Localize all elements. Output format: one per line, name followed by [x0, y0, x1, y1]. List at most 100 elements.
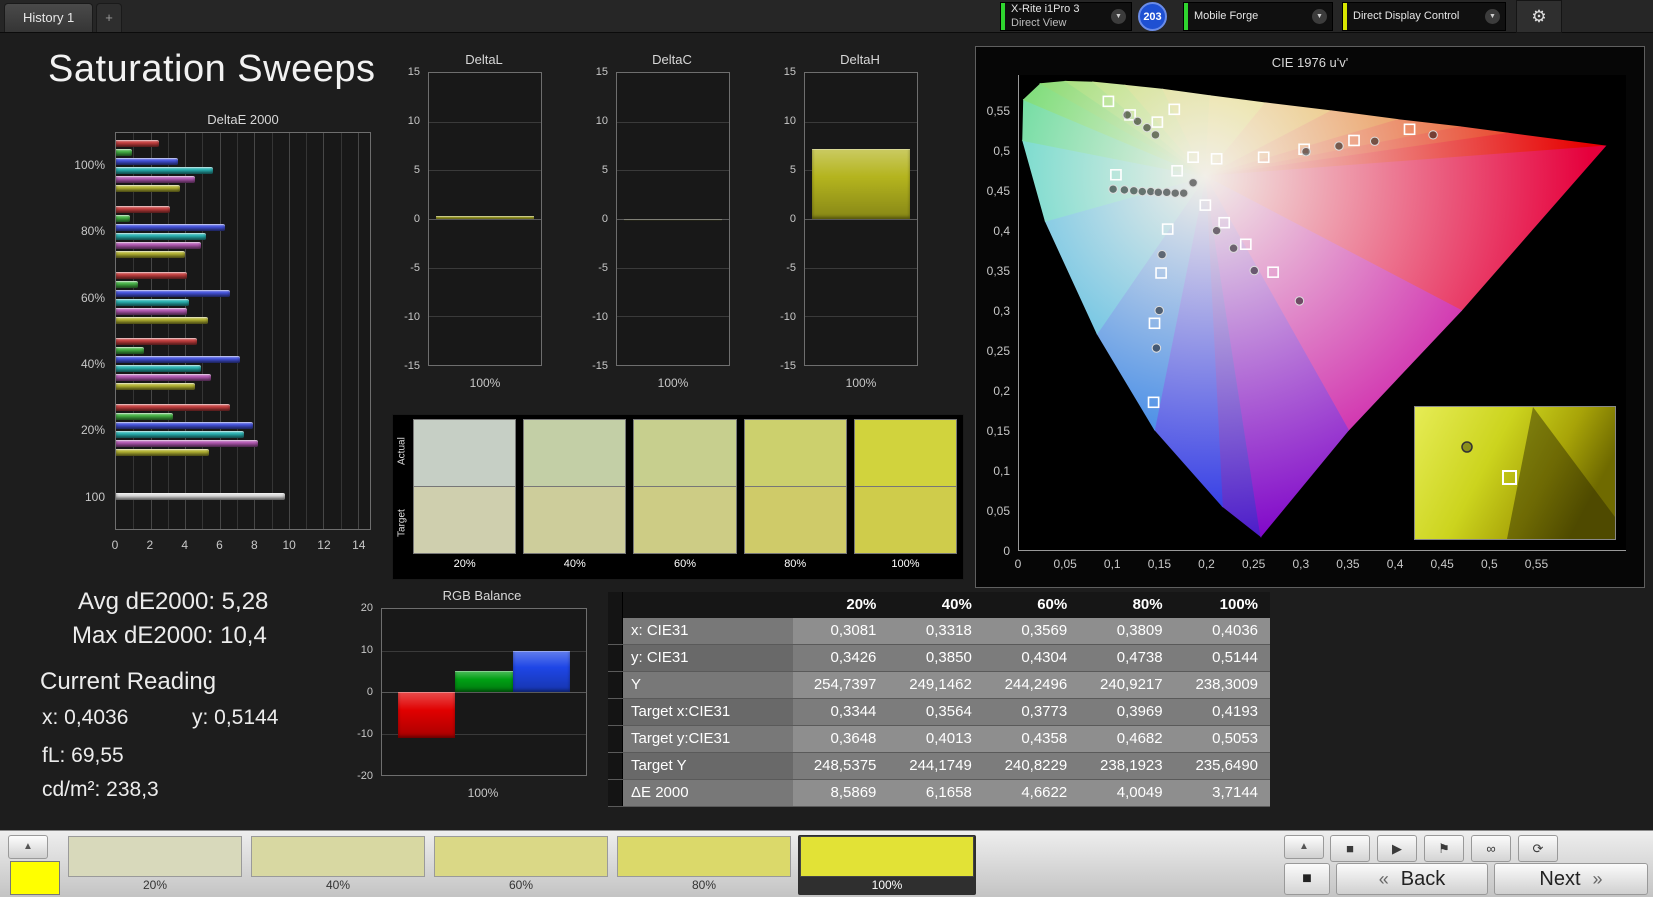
deltae-bar — [116, 492, 286, 500]
rgb-balance-title: RGB Balance — [442, 588, 522, 603]
deltae-bar — [116, 224, 225, 231]
display-dropdown-icon[interactable]: ▼ — [1485, 9, 1500, 24]
current-y-reading: y: 0,5144 — [192, 706, 279, 729]
table-cell: 0,3081 — [830, 622, 877, 639]
flag-button[interactable]: ⚑ — [1424, 835, 1464, 862]
deltac-chart-title: DeltaC — [652, 52, 692, 67]
results-table-body: x: CIE31 0,3081 0,3318 0,3569 0,3809 0,4036 y:… — [608, 618, 1270, 807]
cie-ytick: 0 — [1003, 544, 1010, 558]
cie-ytick: 0,4 — [993, 224, 1010, 238]
cie-measured-point — [1428, 130, 1438, 140]
table-cell: 254,7397 — [813, 676, 877, 693]
deltae-category-label: 80% — [80, 224, 105, 239]
cie-diagram-panel: CIE 1976 u'v' 0 0,05 0,1 0,15 0,2 0,25 0,3 0,35… — [975, 46, 1645, 588]
table-row-label: y: CIE31 — [623, 645, 793, 671]
source-selector[interactable]: Mobile Forge ▼ — [1183, 2, 1333, 31]
table-row-handle — [608, 753, 623, 779]
target-swatch — [853, 487, 958, 554]
comparator-column-label: 40% — [563, 558, 586, 570]
patch-40%[interactable]: 40% — [249, 835, 427, 895]
patch-20%[interactable]: 20% — [66, 835, 244, 895]
calman-window: History 1 + X-Rite i1Pro 3 Direct View ▼… — [0, 0, 1653, 897]
table-header-cell: 20% — [793, 592, 889, 618]
cie-xtick: 0,4 — [1386, 557, 1404, 571]
cie-measured-point — [1137, 186, 1148, 197]
deltal-plot — [428, 72, 542, 366]
current-x-reading: x: 0,4036 — [42, 706, 129, 729]
play-button[interactable]: ▶ — [1377, 835, 1417, 862]
table-header-cell: 60% — [983, 592, 1080, 618]
tab-history-1[interactable]: History 1 — [4, 3, 94, 32]
table-cell: 240,9217 — [1100, 676, 1163, 693]
actual-swatch — [633, 419, 737, 487]
table-row-label: Target x:CIE31 — [623, 699, 793, 725]
comparator-column: 60% — [633, 419, 737, 579]
next-button[interactable]: Next » — [1494, 863, 1648, 895]
deltae2000-chart-title: DeltaE 2000 — [207, 112, 279, 127]
rgb_balance-ytick: 20 — [360, 602, 373, 614]
refresh-icon: ⟳ — [1532, 840, 1544, 856]
new-tab-button[interactable]: + — [96, 3, 122, 32]
cie-xtick: 0,15 — [1147, 557, 1172, 571]
comparator-column: 80% — [743, 419, 847, 579]
cie-measured-point — [1129, 186, 1139, 196]
source-dropdown-icon[interactable]: ▼ — [1312, 9, 1327, 24]
cie-xtick: 0,1 — [1103, 557, 1121, 571]
cie-measured-point — [1301, 146, 1311, 157]
deltae-bar — [116, 176, 196, 183]
cie-ytick: 0,35 — [986, 264, 1010, 278]
current-fl-reading: fL: 69,55 — [42, 744, 124, 767]
deltae-bar — [116, 140, 160, 147]
deltae-bar — [116, 347, 144, 354]
cie-xtick: 0,3 — [1292, 557, 1310, 571]
deltac-ytick: -10 — [592, 311, 608, 323]
flag-icon: ⚑ — [1438, 840, 1450, 856]
table-row-handle — [608, 672, 623, 698]
table-cell: 4,0049 — [1116, 784, 1163, 801]
deltac-chart: DeltaC -15 -10 -5 0 5 10 15 100% — [586, 52, 736, 392]
cie-xtick: 0,05 — [1053, 557, 1077, 571]
refresh-button[interactable]: ⟳ — [1518, 835, 1558, 862]
deltae-xtick: 6 — [216, 538, 223, 552]
cie-ytick: 0,3 — [993, 304, 1010, 318]
collapse-left-button[interactable]: ▲ — [8, 835, 48, 859]
patch-label: 60% — [508, 878, 534, 892]
cie-xticks: 0 0,05 0,1 0,15 0,2 0,25 0,3 0,35 0,4 0,45 0,5 0,55 — [1015, 557, 1626, 573]
rgb_balance-ytick: 0 — [366, 686, 373, 698]
patch-80%[interactable]: 80% — [615, 835, 793, 895]
deltae-category-label: 100 — [84, 489, 105, 504]
cie-ytick: 0,55 — [986, 104, 1010, 118]
comparator-column: 40% — [523, 419, 627, 579]
cie-measured-point — [1153, 187, 1164, 198]
meter-dropdown-icon[interactable]: ▼ — [1111, 9, 1126, 24]
actual-swatch — [413, 419, 517, 487]
avg-de2000-reading: Avg dE2000: 5,28 — [78, 588, 269, 615]
collapse-right-button[interactable]: ▲ — [1284, 835, 1324, 859]
deltae-group — [116, 397, 370, 463]
deltah-plot — [804, 72, 918, 366]
comparator-column: 20% — [413, 419, 517, 579]
deltae-category-label: 100% — [74, 158, 105, 173]
deltae-group — [116, 463, 370, 529]
table-cell: 0,3569 — [1021, 622, 1068, 639]
deltae-xtick: 8 — [250, 538, 258, 552]
meter-selector[interactable]: X-Rite i1Pro 3 Direct View ▼ — [1000, 2, 1132, 31]
comparator-column-label: 20% — [453, 558, 476, 570]
stop-measurement-button[interactable]: ■ — [1284, 863, 1330, 895]
patch-100%[interactable]: 100% — [798, 835, 976, 895]
patch-60%[interactable]: 60% — [432, 835, 610, 895]
deltae-group — [116, 265, 370, 331]
back-button[interactable]: « Back — [1336, 863, 1488, 895]
continuous-button[interactable]: ∞ — [1471, 835, 1511, 862]
deltal-ytick: -5 — [410, 262, 420, 274]
settings-gear-icon[interactable]: ⚙ — [1516, 0, 1562, 33]
deltae-bar — [116, 338, 198, 345]
stop-button[interactable]: ■ — [1330, 835, 1370, 862]
table-cell: 238,3009 — [1195, 676, 1259, 693]
target-swatch — [523, 487, 627, 554]
patch-label: 40% — [325, 878, 351, 892]
rgb_balance-bar — [512, 650, 570, 692]
display-control-selector[interactable]: Direct Display Control ▼ — [1342, 2, 1506, 31]
deltac-ytick: -15 — [592, 360, 608, 372]
table-row: Y 254,7397 249,1462 244,2496 240,9217 238,300… — [608, 672, 1270, 699]
